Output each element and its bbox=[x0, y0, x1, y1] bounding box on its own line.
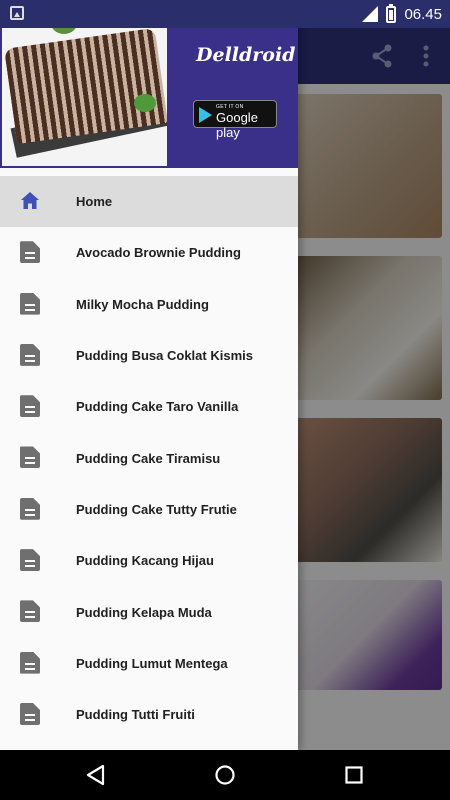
status-bar: 06.45 bbox=[0, 0, 450, 28]
document-icon bbox=[20, 343, 40, 366]
menu-item-recipe[interactable]: Avocado Brownie Pudding bbox=[0, 227, 298, 278]
document-icon bbox=[20, 395, 40, 418]
navigation-drawer: Delldroid GET IT ON Google play Home Avo… bbox=[0, 0, 298, 750]
menu-item-label: Pudding Tutti Fruiti bbox=[76, 707, 195, 723]
google-play-badge[interactable]: GET IT ON Google play bbox=[193, 100, 277, 140]
system-navigation-bar bbox=[0, 750, 450, 800]
menu-item-label: Home bbox=[76, 194, 113, 210]
badge-store-name: Google play bbox=[216, 110, 258, 140]
document-icon bbox=[20, 600, 40, 623]
home-icon bbox=[21, 192, 39, 209]
document-icon bbox=[20, 292, 40, 315]
menu-item-label: Pudding Cake Tiramisu bbox=[76, 450, 221, 466]
document-icon bbox=[20, 549, 40, 572]
menu-item-recipe[interactable]: Pudding Busa Coklat Kismis bbox=[0, 330, 298, 381]
menu-item-label: Pudding Cake Tutty Frutie bbox=[76, 501, 237, 517]
menu-item-label: Pudding Busa Coklat Kismis bbox=[76, 348, 253, 364]
menu-item-recipe[interactable]: Pudding Cake Tutty Frutie bbox=[0, 484, 298, 535]
menu-item-label: Pudding Kacang Hijau bbox=[76, 553, 214, 569]
image-notification-icon bbox=[10, 6, 24, 20]
battery-icon bbox=[386, 3, 397, 23]
menu-item-recipe[interactable]: Pudding Cake Tiramisu bbox=[0, 432, 298, 483]
menu-item-recipe[interactable]: Pudding Cake Taro Vanilla bbox=[0, 381, 298, 432]
status-indicators: 06.45 bbox=[362, 3, 442, 24]
document-icon bbox=[20, 497, 40, 520]
document-icon bbox=[20, 241, 40, 264]
signal-icon bbox=[362, 6, 379, 22]
play-store-icon bbox=[199, 107, 212, 123]
menu-item-home[interactable]: Home bbox=[0, 176, 298, 228]
menu-item-recipe[interactable]: Pudding Kacang Hijau bbox=[0, 535, 298, 586]
document-icon bbox=[20, 446, 40, 469]
menu-item-label: Pudding Kelapa Muda bbox=[76, 604, 212, 620]
menu-item-recipe[interactable]: Pudding Lumut Mentega bbox=[0, 638, 298, 689]
home-nav-icon[interactable] bbox=[210, 760, 240, 790]
menu-item-label: Pudding Cake Taro Vanilla bbox=[76, 399, 239, 415]
document-icon bbox=[20, 651, 40, 674]
back-icon[interactable] bbox=[81, 760, 111, 790]
menu-item-recipe[interactable]: Pudding Kelapa Muda bbox=[0, 586, 298, 637]
menu-item-recipe[interactable]: Pudding Tutti Fruiti bbox=[0, 689, 298, 740]
menu-item-label: Avocado Brownie Pudding bbox=[76, 245, 241, 261]
recents-icon[interactable] bbox=[339, 760, 369, 790]
drawer-menu: Home Avocado Brownie Pudding Milky Mocha… bbox=[0, 176, 298, 740]
document-icon bbox=[20, 702, 40, 725]
menu-item-label: Milky Mocha Pudding bbox=[76, 296, 209, 312]
brand-logo: Delldroid bbox=[196, 44, 296, 66]
clock: 06.45 bbox=[404, 5, 442, 23]
menu-item-recipe[interactable]: Milky Mocha Pudding bbox=[0, 279, 298, 330]
menu-item-label: Pudding Lumut Mentega bbox=[76, 655, 228, 671]
